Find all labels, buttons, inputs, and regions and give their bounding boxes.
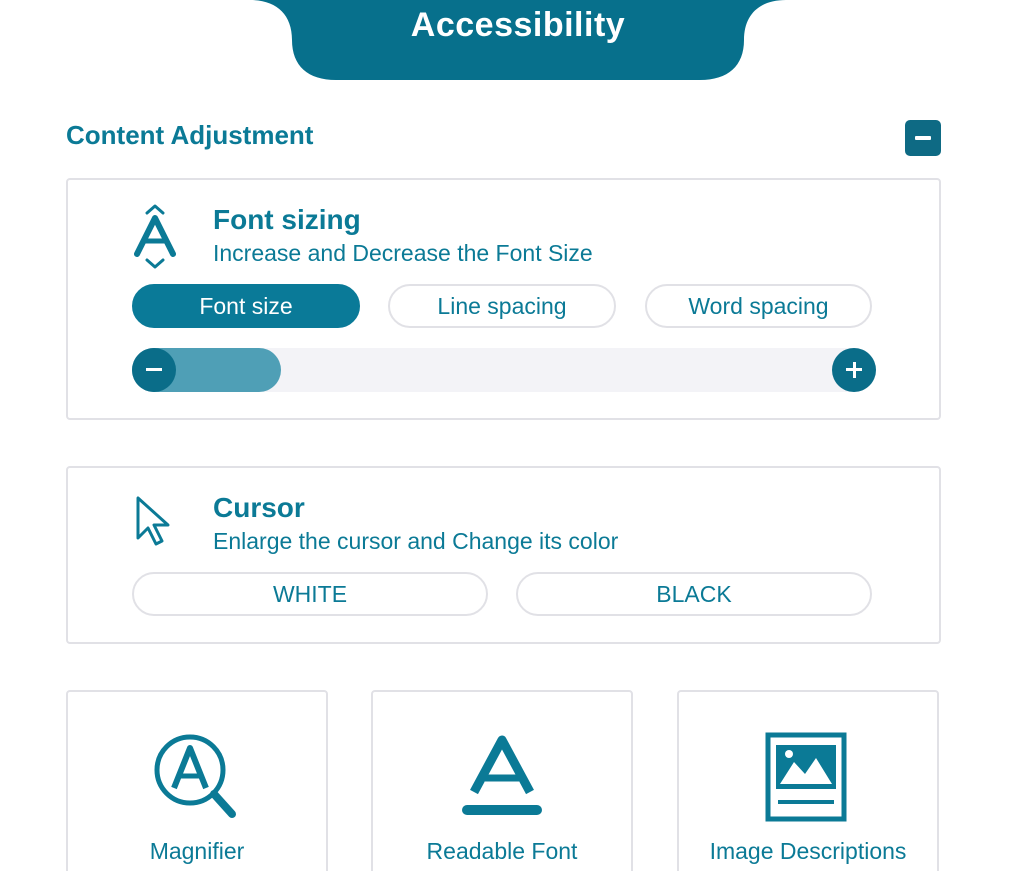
cursor-icon	[136, 496, 170, 546]
image-descriptions-icon	[765, 732, 847, 822]
font-sizing-description: Increase and Decrease the Font Size	[213, 240, 593, 266]
cursor-white-button[interactable]: WHITE	[132, 572, 488, 616]
decrease-font-button[interactable]	[132, 348, 176, 392]
image-descriptions-tile[interactable]: Image Descriptions	[677, 690, 939, 871]
page-title: Accessibility	[410, 6, 626, 44]
readable-font-label: Readable Font	[426, 838, 578, 864]
font-sizing-title: Font sizing	[213, 204, 361, 235]
magnifier-icon	[154, 734, 236, 818]
header-tab: Accessibility	[250, 0, 786, 80]
accessibility-panel: Accessibility Content Adjustment Font si…	[0, 0, 1036, 871]
tab-word-spacing[interactable]: Word spacing	[645, 284, 872, 328]
readable-font-tile[interactable]: Readable Font	[371, 690, 633, 871]
readable-font-icon	[462, 735, 542, 815]
font-sizing-card: Font sizing Increase and Decrease the Fo…	[66, 178, 941, 420]
font-size-icon	[134, 204, 176, 269]
increase-font-button[interactable]	[832, 348, 876, 392]
magnifier-label: Magnifier	[149, 838, 245, 864]
image-descriptions-label: Image Descriptions	[709, 838, 907, 864]
tab-font-size[interactable]: Font size	[132, 284, 360, 328]
cursor-description: Enlarge the cursor and Change its color	[213, 528, 619, 554]
cursor-title: Cursor	[213, 492, 305, 523]
cursor-black-button[interactable]: BLACK	[516, 572, 872, 616]
magnifier-tile[interactable]: Magnifier	[66, 690, 328, 871]
collapse-button[interactable]	[905, 120, 941, 156]
cursor-card: Cursor Enlarge the cursor and Change its…	[66, 466, 941, 644]
tab-line-spacing[interactable]: Line spacing	[388, 284, 616, 328]
section-title: Content Adjustment	[66, 120, 314, 150]
